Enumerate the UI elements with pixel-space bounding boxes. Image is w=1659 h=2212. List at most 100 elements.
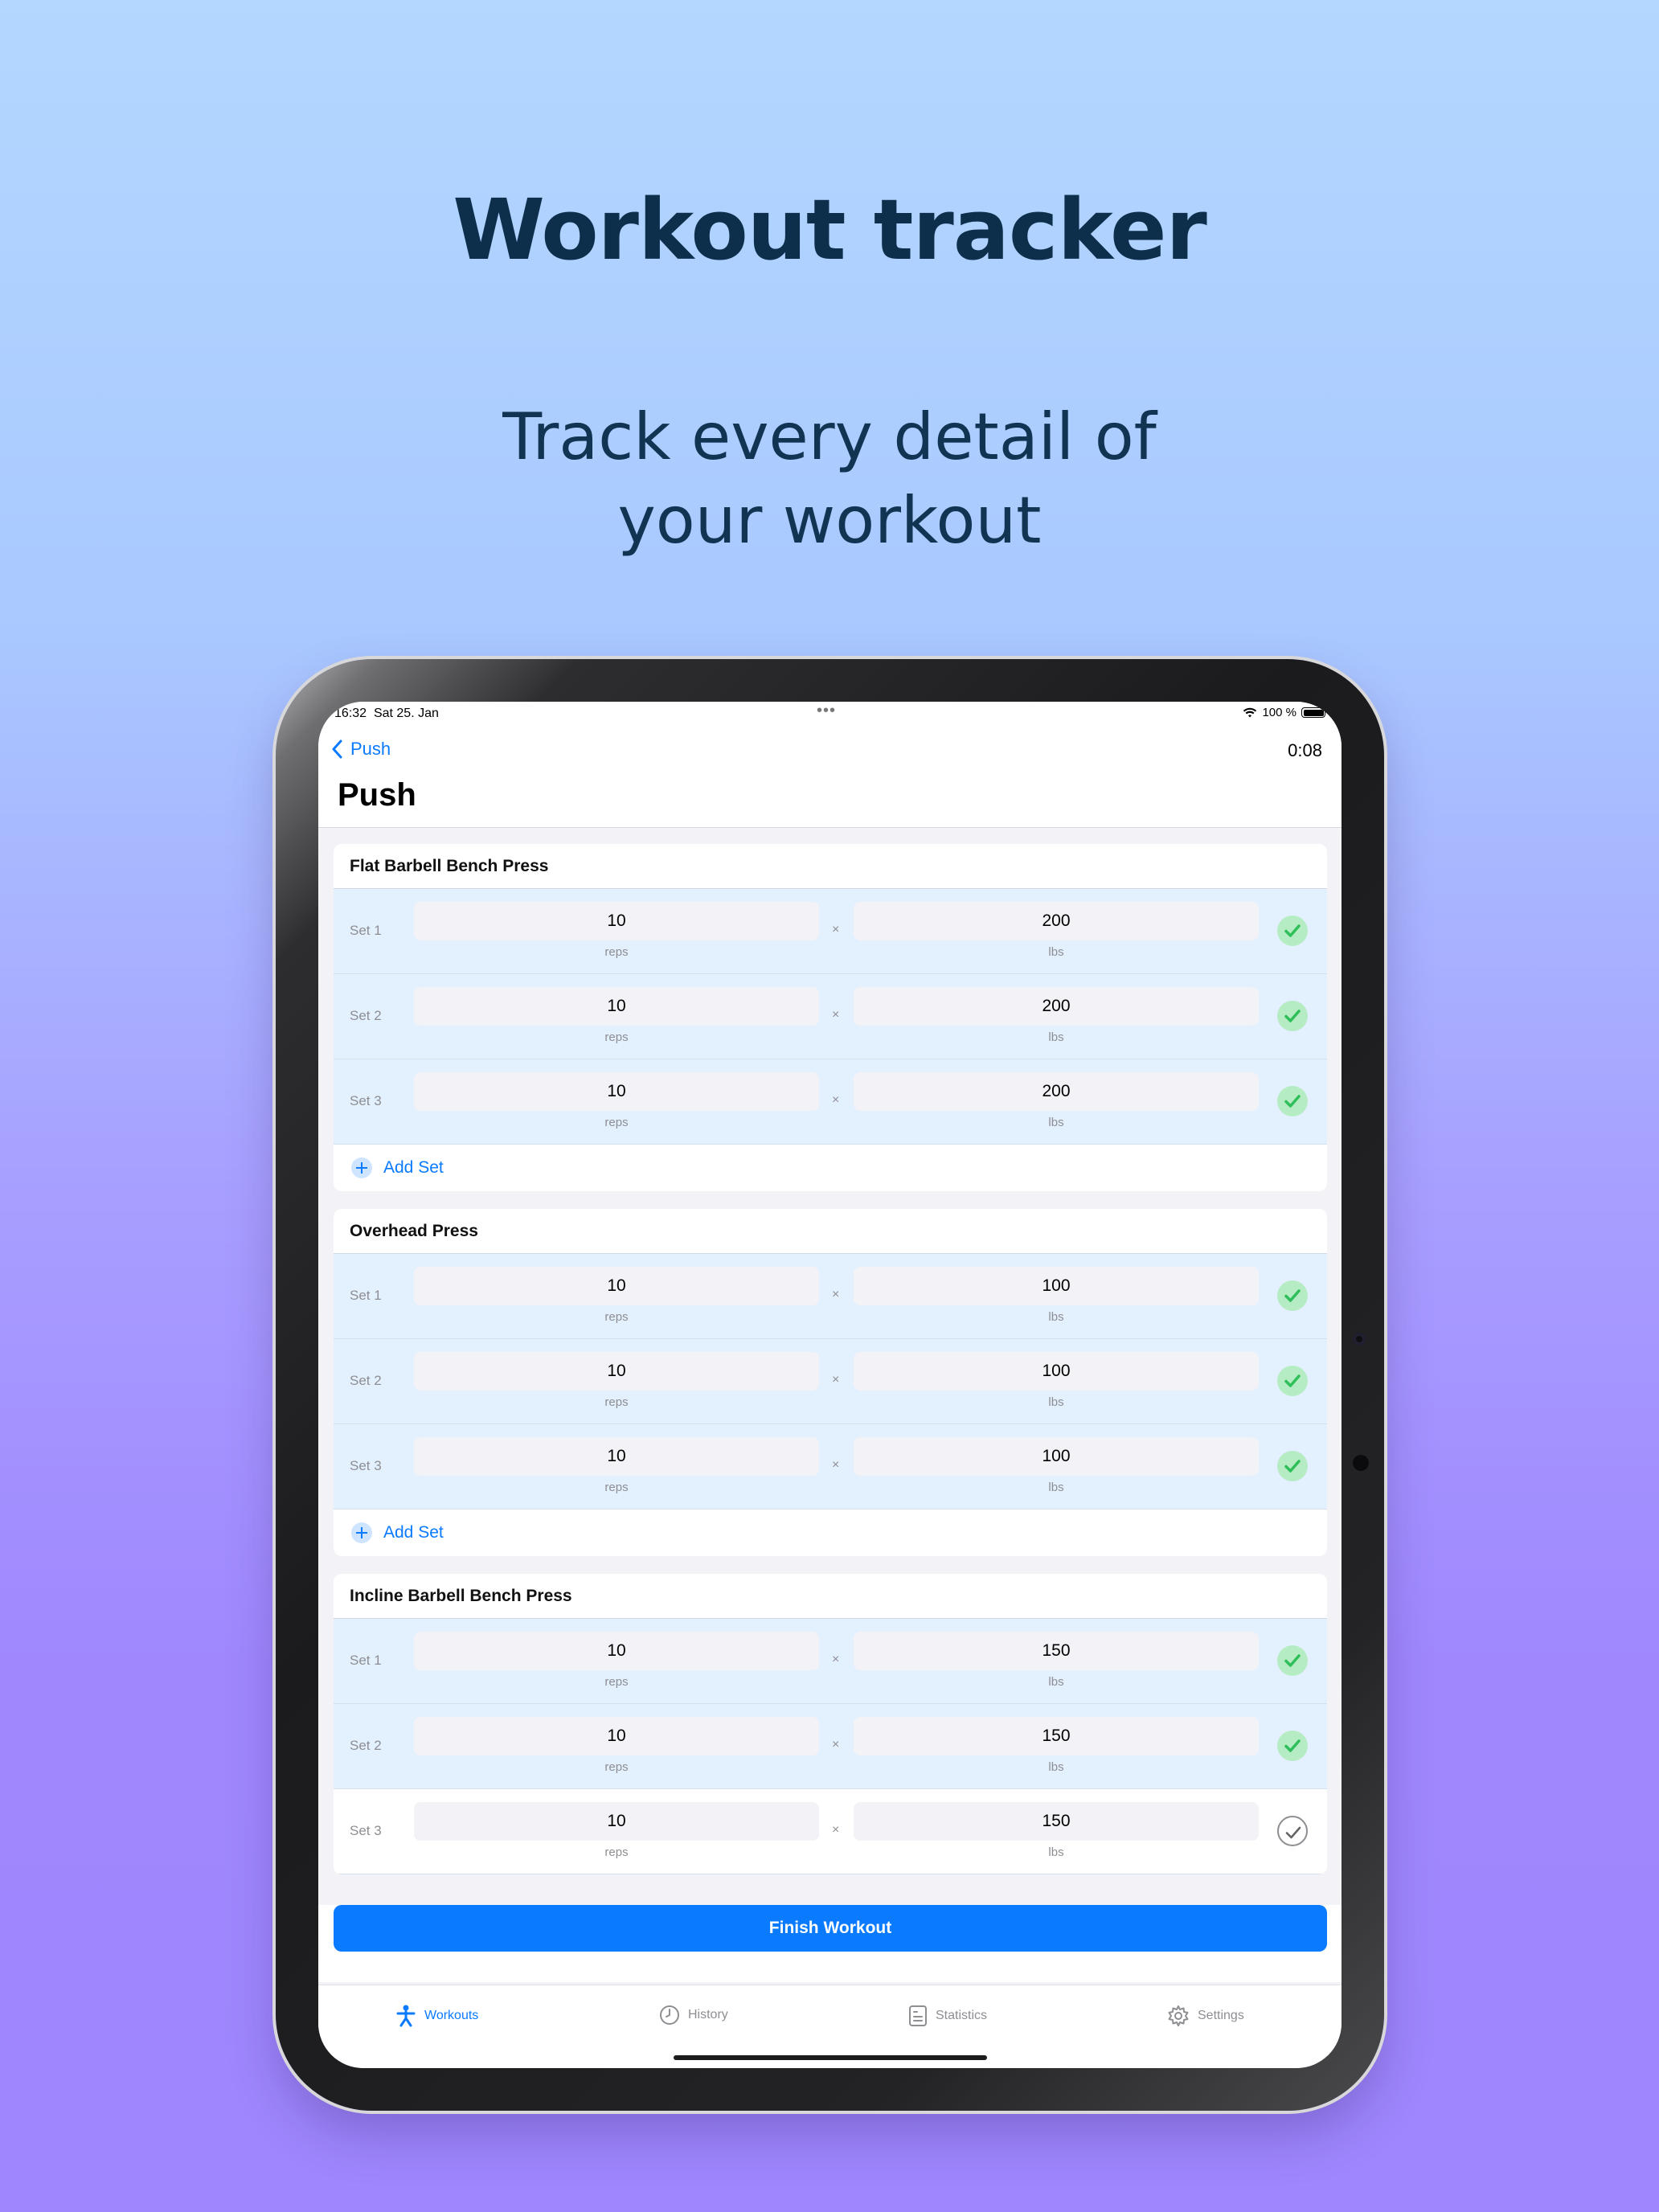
add-set-label: Add Set [383,1523,444,1542]
weight-input[interactable]: 200 [854,902,1259,940]
multiply-sign: × [832,1458,840,1472]
back-label: Push [350,739,391,759]
add-set-button[interactable]: Add Set [334,1145,1327,1191]
exercise-card: Incline Barbell Bench Press Set 1 10 reps × 1… [334,1574,1327,1874]
weight-input[interactable]: 150 [854,1717,1259,1755]
reps-input[interactable]: 10 [414,1632,819,1670]
subheadline-line-1: Track every detail of [502,399,1157,474]
reps-input[interactable]: 10 [414,1437,819,1476]
page-title: Push [338,777,416,813]
add-set-button[interactable]: Add Set [334,1509,1327,1556]
weight-unit-label: lbs [1048,1310,1064,1324]
set-row: Set 1 10 reps × 200 lbs [334,889,1327,974]
tab-workouts[interactable]: Workouts [395,2005,478,2027]
reps-input[interactable]: 10 [414,902,819,940]
set-complete-checkmark-icon[interactable] [1277,1366,1308,1396]
set-complete-checkmark-icon[interactable] [1277,916,1308,946]
weight-input[interactable]: 100 [854,1352,1259,1391]
tab-history[interactable]: History [659,2005,728,2026]
tab-history-label: History [688,2008,728,2022]
plus-circle-icon [351,1522,372,1543]
reps-input[interactable]: 10 [414,1802,819,1841]
set-row: Set 2 10 reps × 200 lbs [334,974,1327,1059]
set-complete-checkmark-icon[interactable] [1277,1001,1308,1031]
multiply-sign: × [832,1373,840,1387]
reps-input[interactable]: 10 [414,1352,819,1391]
status-clock: 16:32 [334,707,367,720]
set-complete-checkmark-icon[interactable] [1277,1280,1308,1311]
set-label: Set 1 [350,923,382,938]
multiply-sign: × [832,1288,840,1301]
set-label: Set 3 [350,1093,382,1108]
reps-input[interactable]: 10 [414,1267,819,1305]
set-row: Set 3 10 reps × 100 lbs [334,1424,1327,1509]
set-row: Set 1 10 reps × 100 lbs [334,1254,1327,1339]
weight-unit-label: lbs [1048,1030,1064,1044]
set-complete-checkmark-icon[interactable] [1277,1816,1308,1846]
battery-percent: 100 % [1262,706,1296,719]
weight-unit-label: lbs [1048,1116,1064,1129]
exercise-name[interactable]: Overhead Press [334,1209,1327,1254]
set-complete-checkmark-icon[interactable] [1277,1451,1308,1481]
finish-workout-button[interactable]: Finish Workout [334,1905,1327,1952]
set-label: Set 1 [350,1653,382,1668]
tab-settings[interactable]: Settings [1167,2005,1244,2027]
back-button[interactable]: Push [331,739,391,760]
weight-input[interactable]: 100 [854,1437,1259,1476]
reps-input[interactable]: 10 [414,987,819,1026]
status-time: 16:32 Sat 25. Jan [334,707,439,721]
figure-icon [396,2005,416,2027]
reps-unit-label: reps [604,1760,629,1774]
weight-input[interactable]: 100 [854,1267,1259,1305]
add-set-label: Add Set [383,1158,444,1177]
clock-icon [660,2005,679,2025]
weight-input[interactable]: 150 [854,1632,1259,1670]
exercise-card: Flat Barbell Bench Press Set 1 10 reps × 200 l… [334,844,1327,1191]
set-label: Set 2 [350,1373,382,1388]
reps-unit-label: reps [604,1310,629,1324]
app-screen: 16:32 Sat 25. Jan ••• 100 % Push 0:08 Pu… [318,702,1342,2068]
home-indicator [674,2055,987,2060]
weight-input[interactable]: 200 [854,987,1259,1026]
weight-input[interactable]: 150 [854,1802,1259,1841]
reps-unit-label: reps [604,945,629,959]
chart-icon [909,2005,927,2026]
navigation-bar: Push 0:08 Push [318,726,1342,828]
multiply-sign: × [832,1008,840,1022]
status-right: 100 % [1243,706,1325,719]
multiply-sign: × [832,1738,840,1751]
sensor-dot [1353,1455,1369,1471]
weight-input[interactable]: 200 [854,1072,1259,1111]
chevron-left-icon [332,739,342,759]
subheadline: Track every detail of your workout [0,395,1659,563]
multitasking-dots-icon[interactable]: ••• [817,702,836,720]
set-label: Set 3 [350,1458,382,1473]
status-bar: 16:32 Sat 25. Jan ••• 100 % [318,702,1342,726]
workout-timer: 0:08 [1288,740,1322,760]
set-row: Set 3 10 reps × 200 lbs [334,1059,1327,1145]
subheadline-line-2: your workout [617,483,1042,558]
set-complete-checkmark-icon[interactable] [1277,1731,1308,1761]
reps-input[interactable]: 10 [414,1717,819,1755]
exercise-name[interactable]: Incline Barbell Bench Press [334,1574,1327,1619]
set-row: Set 2 10 reps × 100 lbs [334,1339,1327,1424]
set-label: Set 3 [350,1823,382,1838]
exercise-list[interactable]: Flat Barbell Bench Press Set 1 10 reps × 200 l… [318,828,1342,1905]
weight-unit-label: lbs [1048,1845,1064,1859]
multiply-sign: × [832,1823,840,1837]
reps-input[interactable]: 10 [414,1072,819,1111]
set-complete-checkmark-icon[interactable] [1277,1086,1308,1116]
exercise-name[interactable]: Flat Barbell Bench Press [334,844,1327,889]
tab-statistics[interactable]: Statistics [908,2005,987,2027]
camera-icon [1353,1333,1366,1346]
set-complete-checkmark-icon[interactable] [1277,1645,1308,1676]
tab-settings-label: Settings [1198,2009,1244,2022]
tab-statistics-label: Statistics [936,2009,988,2022]
headline: Workout tracker [453,181,1207,279]
battery-icon [1301,707,1325,718]
reps-unit-label: reps [604,1845,629,1859]
reps-unit-label: reps [604,1030,629,1044]
status-date: Sat 25. Jan [373,707,439,720]
wifi-icon [1243,707,1257,717]
multiply-sign: × [832,1093,840,1107]
